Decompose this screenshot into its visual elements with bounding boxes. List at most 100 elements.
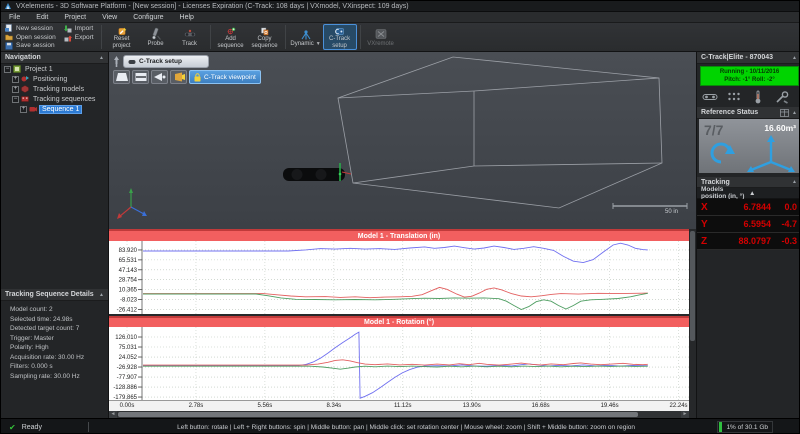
reference-status-graphics bbox=[710, 135, 795, 172]
navigation-collapse-icon[interactable]: ▲ bbox=[99, 55, 104, 61]
tree-item-sequence-1[interactable]: + Sequence 1 bbox=[1, 104, 108, 114]
reference-collapse-icon[interactable]: ▲ bbox=[792, 110, 797, 116]
track-icon bbox=[183, 29, 196, 37]
probe-label: Probe bbox=[147, 41, 164, 47]
position-row-x: X 6.7844 0.0 bbox=[697, 199, 799, 216]
copy-sequence-icon bbox=[260, 27, 268, 36]
viewport-3d[interactable]: 50 in C-Track setup C-Track viewpoint bbox=[109, 52, 696, 229]
status-ready-label: Ready bbox=[21, 423, 42, 431]
tree-item-tracking-sequences[interactable]: − Tracking sequences bbox=[1, 94, 108, 104]
projector-button[interactable] bbox=[170, 70, 187, 84]
chart-translation-title: Model 1 - Translation (in) bbox=[357, 232, 441, 240]
vertical-scroll-thumb[interactable] bbox=[690, 231, 695, 341]
import-button[interactable]: Import bbox=[62, 24, 96, 33]
ctrack-setup-icon bbox=[334, 28, 344, 35]
toolbar-separator bbox=[359, 25, 361, 49]
expander-icon[interactable]: + bbox=[12, 75, 19, 83]
open-session-button[interactable]: Open session bbox=[3, 33, 58, 42]
details-collapse-icon[interactable]: ▲ bbox=[99, 292, 104, 298]
temperature-button[interactable] bbox=[749, 89, 766, 105]
scroll-right-arrow[interactable]: ► bbox=[681, 411, 689, 418]
axis-x-label: X bbox=[701, 201, 708, 213]
menu-project[interactable]: Project bbox=[56, 13, 94, 22]
detail-target-count: Detected target count: 7 bbox=[10, 325, 80, 332]
detail-acquisition-rate: Acquisition rate: 30.00 Hz bbox=[10, 353, 85, 361]
tracking-title: Tracking bbox=[701, 178, 730, 186]
mouse-help-text: Left button: rotate | Left + Right butto… bbox=[177, 423, 636, 431]
new-session-button[interactable]: New session bbox=[3, 24, 58, 33]
charts-horizontal-scrollbar[interactable]: ◄ ► bbox=[109, 411, 689, 418]
svg-text:-128.886: -128.886 bbox=[113, 385, 137, 391]
menu-file[interactable]: File bbox=[1, 13, 28, 22]
track-button[interactable]: Track bbox=[173, 24, 207, 50]
ctrack-device-button[interactable] bbox=[701, 89, 718, 105]
x-tick-label: 0.00s bbox=[119, 403, 135, 409]
ctrack-device-icon bbox=[702, 94, 717, 100]
dynamic-button[interactable]: Dynamic ▼ bbox=[289, 24, 323, 50]
overlay-icon-row: C-Track viewpoint bbox=[113, 70, 261, 84]
export-button[interactable]: Export bbox=[62, 33, 96, 42]
chart-rotation-plot[interactable]: 126.010 75.031 24.052 -26.928 -77.907 -128.88… bbox=[109, 327, 689, 400]
positioning-icon bbox=[21, 76, 29, 82]
models-collapse-icon[interactable]: ▲ bbox=[749, 190, 797, 197]
targets-button[interactable] bbox=[725, 89, 742, 105]
copy-sequence-button[interactable]: Copy sequence bbox=[248, 24, 282, 50]
expander-icon[interactable]: + bbox=[12, 85, 19, 93]
settings-tools-button[interactable] bbox=[773, 89, 790, 105]
volume-view-button[interactable] bbox=[113, 70, 130, 84]
charts-vertical-scrollbar[interactable] bbox=[689, 229, 696, 418]
tree-item-label[interactable]: Project 1 bbox=[23, 66, 55, 73]
save-session-button[interactable]: Save session bbox=[3, 41, 58, 50]
sequence-icon bbox=[29, 107, 37, 112]
reference-table-icon[interactable] bbox=[780, 108, 789, 117]
chart-x-axis: 0.00s 2.78s 5.56s 8.34s 11.12s 13.90s 16.68s 19… bbox=[109, 400, 689, 411]
toolbar-separator bbox=[209, 25, 211, 49]
ctrack-setup-button[interactable]: C-Track setup bbox=[322, 24, 357, 50]
overlay-title-bar[interactable]: C-Track setup bbox=[123, 55, 209, 68]
panel-view-button[interactable] bbox=[132, 70, 149, 84]
ready-check-icon: ✔ bbox=[9, 422, 16, 432]
ctrack-viewpoint-button[interactable]: C-Track viewpoint bbox=[189, 70, 261, 84]
tree-item-label[interactable]: Tracking sequences bbox=[31, 96, 97, 103]
menu-configure[interactable]: Configure bbox=[125, 13, 171, 22]
ctrack-collapse-icon[interactable]: ▲ bbox=[792, 55, 797, 61]
chart-rotation-titlebar: Model 1 - Rotation (°) bbox=[109, 316, 689, 327]
expander-icon[interactable]: + bbox=[20, 105, 27, 113]
scroll-left-arrow[interactable]: ◄ bbox=[109, 411, 117, 418]
svg-text:-77.907: -77.907 bbox=[117, 375, 138, 381]
expander-icon[interactable]: − bbox=[4, 65, 11, 73]
chart-translation-plot[interactable]: 83.920 65.531 47.143 28.754 10.365 -8.023 -26.… bbox=[109, 241, 689, 314]
vxremote-button[interactable]: VXremote bbox=[364, 24, 398, 50]
detail-model-count: Model count: 2 bbox=[10, 306, 53, 313]
tree-item-project[interactable]: − Project 1 bbox=[1, 64, 108, 74]
side-volume-button[interactable] bbox=[151, 70, 168, 84]
memory-usage-bar bbox=[719, 422, 723, 432]
tree-item-label[interactable]: Sequence 1 bbox=[39, 104, 83, 114]
toolbar-separator bbox=[100, 25, 102, 49]
new-session-label: New session bbox=[16, 24, 53, 32]
charts-area: Model 1 - Translation (in) 83.920 65.531 4… bbox=[109, 229, 689, 418]
reset-project-button[interactable]: Reset project bbox=[105, 24, 139, 50]
navigation-header: Navigation ▲ bbox=[1, 52, 108, 64]
tree-item-label[interactable]: Tracking models bbox=[31, 86, 86, 93]
tree-item-positioning[interactable]: + Positioning bbox=[1, 74, 108, 84]
tree-item-tracking-models[interactable]: + Tracking models bbox=[1, 84, 108, 94]
probe-button[interactable]: Probe bbox=[139, 24, 173, 50]
menu-view[interactable]: View bbox=[94, 13, 125, 22]
projector-icon bbox=[174, 72, 185, 82]
menu-edit[interactable]: Edit bbox=[28, 13, 56, 22]
expander-icon[interactable]: − bbox=[12, 95, 19, 103]
overlay-pin-icon[interactable] bbox=[112, 56, 121, 67]
menu-help[interactable]: Help bbox=[172, 13, 202, 22]
horizontal-scroll-thumb[interactable] bbox=[118, 412, 638, 417]
overlay-title-icon bbox=[128, 59, 136, 64]
menubar: File Edit Project View Configure Help bbox=[1, 12, 799, 23]
reference-status-box: 7/7 16.60m³ bbox=[699, 119, 799, 173]
dynamic-dropdown-arrow[interactable]: ▼ bbox=[316, 41, 321, 47]
add-sequence-button[interactable]: Add sequence bbox=[214, 24, 248, 50]
tree-item-label[interactable]: Positioning bbox=[31, 76, 69, 83]
tracking-collapse-icon[interactable]: ▲ bbox=[792, 179, 797, 185]
axis-x-value: 6.7844 bbox=[743, 202, 771, 212]
probe-icon bbox=[151, 27, 161, 40]
vxremote-icon bbox=[375, 29, 386, 39]
